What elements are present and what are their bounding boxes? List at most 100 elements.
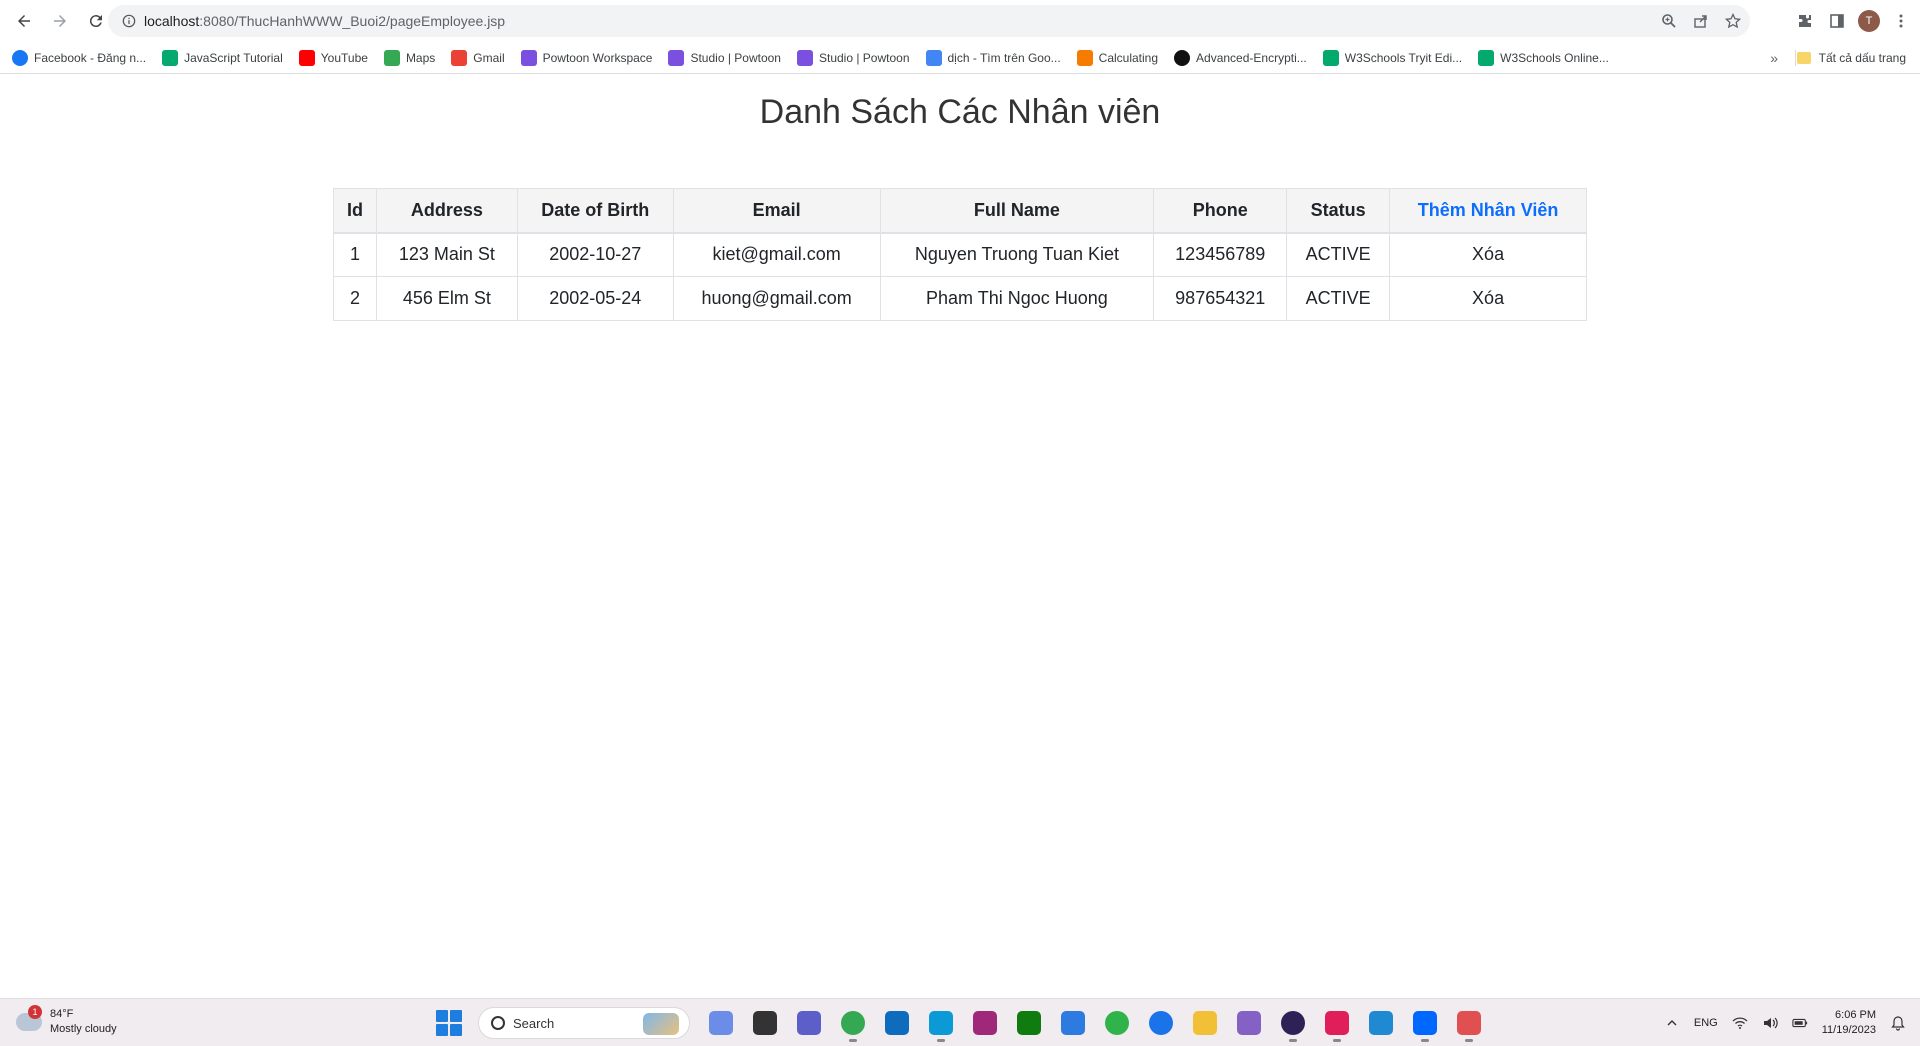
circle-app-icon[interactable] [1100,1006,1134,1040]
more-bookmarks-button[interactable]: » [1770,50,1778,66]
search-icon [491,1016,505,1030]
volume-icon[interactable] [1762,1015,1778,1031]
cell-status: ACTIVE [1286,232,1391,277]
bookmark-item[interactable]: Maps [383,49,435,66]
w3schools-icon [1322,49,1339,66]
cell-status: ACTIVE [1286,276,1391,321]
url-path: :8080/ThucHanhWWW_Buoi2/pageEmployee.jsp [199,13,506,29]
delete-button[interactable]: Xóa [1389,232,1587,277]
bookmark-item[interactable]: Gmail [451,49,505,66]
bookmark-item[interactable]: Studio | Powtoon [668,49,781,66]
snipping-tool-icon[interactable] [1452,1006,1486,1042]
bookmark-item[interactable]: Powtoon Workspace [520,49,652,66]
header-add-cell: Thêm Nhân Viên [1389,188,1587,234]
vscode-icon[interactable] [1364,1006,1398,1040]
cell-full-name: Nguyen Truong Tuan Kiet [879,232,1155,277]
bookmark-item[interactable]: W3Schools Online... [1478,49,1609,66]
bookmarks-bar: Facebook - Đăng n... JavaScript Tutorial Y… [0,42,1920,74]
header-status: Status [1286,188,1391,234]
file-manager-icon[interactable] [748,1006,782,1040]
language-indicator[interactable]: ENG [1694,1017,1718,1029]
bookmark-star-icon[interactable] [1722,10,1744,32]
bookmark-label: Facebook - Đăng n... [34,50,147,65]
bookmark-item[interactable]: Advanced-Encrypti... [1174,49,1307,66]
bookmark-item[interactable]: dịch - Tìm trên Goo... [925,49,1061,66]
bookmark-item[interactable]: Calculating [1076,49,1158,66]
share-icon[interactable] [1690,10,1712,32]
search-highlight-icon [643,1013,679,1035]
cube-icon[interactable] [1056,1006,1090,1040]
bookmark-label: W3Schools Tryit Edi... [1344,50,1463,65]
chrome-icon[interactable] [836,1006,870,1042]
battery-icon[interactable] [1792,1015,1808,1031]
cell-email: huong@gmail.com [672,276,881,321]
address-bar[interactable]: localhost:8080/ThucHanhWWW_Buoi2/pageEmp… [108,5,1750,37]
notification-bell-icon[interactable] [1890,1015,1906,1031]
url-text[interactable]: localhost:8080/ThucHanhWWW_Buoi2/pageEmp… [144,13,505,29]
site-info-icon[interactable] [114,14,144,28]
delete-button[interactable]: Xóa [1389,276,1587,321]
table-row: 2 456 Elm St 2002-05-24 huong@gmail.com … [333,276,1587,321]
header-address: Address [375,188,518,234]
pinned-apps [704,1006,1486,1042]
bookmark-item[interactable]: Facebook - Đăng n... [12,49,147,66]
clock-date: 11/19/2023 [1821,1024,1876,1036]
bookmark-label: W3Schools Online... [1500,50,1609,65]
bookmark-label: YouTube [320,50,368,65]
cell-id: 1 [333,232,377,277]
cloud-icon: 1 [16,1005,42,1031]
cell-dob: 2002-10-27 [516,232,674,277]
bookmark-item[interactable]: Studio | Powtoon [796,49,910,66]
teams-icon[interactable] [792,1006,826,1040]
clock[interactable]: 6:06 PM 11/19/2023 [1822,1008,1876,1038]
all-bookmarks-button[interactable]: Tất cả dấu trang [1796,42,1906,74]
eclipse-icon[interactable] [1276,1006,1310,1042]
zalo-icon[interactable] [1408,1006,1442,1042]
google-icon [925,49,942,66]
w3schools-icon [1478,49,1495,66]
visual-studio-icon[interactable] [1232,1006,1266,1040]
bookmark-label: Studio | Powtoon [818,50,910,65]
side-panel-icon[interactable] [1826,10,1848,32]
toolbar-actions: T [1794,5,1912,37]
forward-button[interactable] [44,5,76,37]
menu-kebab-icon[interactable] [1890,10,1912,32]
bookmark-item[interactable]: W3Schools Tryit Edi... [1322,49,1463,66]
powtoon-icon [520,49,537,66]
mail-icon[interactable] [880,1006,914,1040]
profile-avatar[interactable]: T [1858,10,1880,32]
cell-id: 2 [333,276,377,321]
header-dob: Date of Birth [516,188,674,234]
intellij-icon[interactable] [1320,1006,1354,1042]
header-email: Email [672,188,881,234]
zalo-z-icon[interactable] [1144,1006,1178,1040]
omnibox-actions [1658,5,1744,37]
app-icon[interactable] [968,1006,1002,1040]
add-employee-link[interactable]: Thêm Nhân Viên [1418,200,1559,220]
zoom-icon[interactable] [1658,10,1680,32]
maps-icon [383,49,400,66]
reload-icon [89,15,102,28]
extensions-icon[interactable] [1794,10,1816,32]
taskbar-search[interactable]: Search [478,1007,690,1039]
notification-badge: 1 [28,1005,42,1019]
edge-icon[interactable] [924,1006,958,1042]
header-phone: Phone [1153,188,1288,234]
cell-dob: 2002-05-24 [516,276,674,321]
chevron-up-icon[interactable] [1664,1015,1680,1031]
weather-widget[interactable]: 1 84°F Mostly cloudy [16,1005,117,1037]
back-button[interactable] [8,5,40,37]
wifi-icon[interactable] [1732,1015,1748,1031]
folder-icon[interactable] [1188,1006,1222,1040]
copilot-icon[interactable] [704,1006,738,1040]
gmail-icon [451,49,468,66]
start-button[interactable] [436,1010,462,1036]
bookmark-item[interactable]: JavaScript Tutorial [162,49,283,66]
github-icon [1174,49,1191,66]
weather-temp: 84°F [50,1008,74,1020]
bookmark-item[interactable]: YouTube [298,49,368,66]
bookmark-label: Gmail [473,50,505,65]
forward-arrow-icon [54,15,66,27]
xbox-icon[interactable] [1012,1006,1046,1040]
powtoon-icon [668,49,685,66]
